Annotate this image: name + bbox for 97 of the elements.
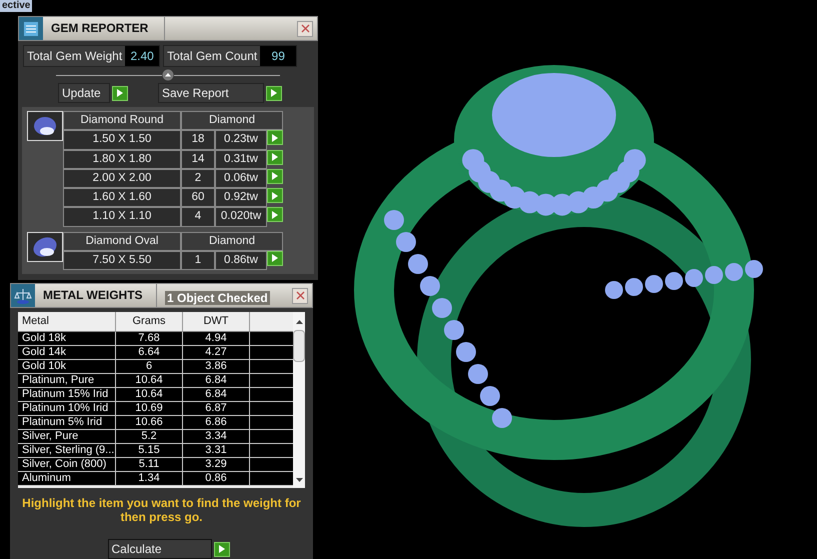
table-cell: Silver, Pure — [18, 430, 116, 442]
table-cell: 6.86 — [183, 416, 250, 428]
report-icon — [22, 20, 40, 38]
table-cell: 6.84 — [183, 374, 250, 386]
scale-icon — [14, 286, 32, 304]
weight-label: Total Gem Weight — [26, 48, 124, 65]
table-cell: Silver, Coin (800) — [18, 458, 116, 470]
table-cell: Platinum 5% Irid — [18, 416, 116, 428]
count-cell: 18 — [181, 130, 215, 150]
table-cell: 3.31 — [183, 444, 250, 456]
weight-cell: 0.86tw — [215, 250, 267, 270]
table-cell: 6.84 — [183, 388, 250, 400]
count-label: Total Gem Count — [166, 48, 258, 65]
play-icon — [272, 210, 278, 219]
count-cell: 14 — [181, 150, 215, 169]
table-cell: 6 — [116, 360, 183, 372]
size-cell: 1.10 X 1.10 — [63, 207, 181, 226]
weight-cell: 0.31tw — [215, 150, 267, 169]
go-button[interactable] — [112, 86, 128, 100]
go-button[interactable] — [267, 207, 283, 222]
close-button[interactable] — [297, 20, 313, 36]
table-cell: 10.66 — [116, 416, 183, 428]
play-icon — [272, 153, 278, 161]
table-cell: Gold 10k — [18, 360, 116, 372]
table-cell: 10.69 — [116, 402, 183, 414]
calculate-button[interactable]: Calculate — [108, 539, 212, 559]
scroll-up-icon[interactable] — [296, 318, 302, 326]
play-icon — [272, 134, 278, 142]
gem-type-cell: Diamond Oval — [63, 232, 181, 251]
table-cell: Platinum, Pure — [18, 374, 116, 386]
scrollbar[interactable] — [293, 312, 305, 488]
table-cell: Gold 14k — [18, 346, 116, 358]
weight-cell: 0.92tw — [215, 188, 267, 208]
weight-cell: 0.020tw — [215, 207, 267, 226]
table-cell: 7.68 — [116, 332, 183, 344]
table-cell: 3.34 — [183, 430, 250, 442]
panel-title: METAL WEIGHTS — [35, 284, 157, 307]
table-cell: 1.34 — [116, 472, 183, 484]
play-icon — [218, 545, 224, 553]
column-header[interactable]: DWT — [183, 312, 250, 330]
column-header[interactable]: Metal — [18, 312, 116, 330]
table-cell: Silver, Sterling (9... — [18, 444, 116, 456]
table-cell: 5.11 — [116, 458, 183, 470]
table-cell: 4.27 — [183, 346, 250, 358]
play-icon — [272, 172, 278, 180]
close-icon — [296, 291, 304, 300]
size-cell: 7.50 X 5.50 — [63, 250, 181, 270]
size-cell: 1.50 X 1.50 — [63, 130, 181, 150]
instruction-text: Highlight the item you want to find the weight for then press go. — [21, 496, 302, 524]
table-cell: Aluminum — [18, 472, 116, 484]
go-button[interactable] — [267, 150, 283, 164]
size-cell: 1.80 X 1.80 — [63, 150, 181, 169]
play-icon — [272, 192, 278, 200]
count-cell: 1 — [181, 250, 215, 270]
count-cell: 4 — [181, 207, 215, 226]
material-cell: Diamond — [181, 111, 283, 130]
size-cell: 1.60 X 1.60 — [63, 188, 181, 208]
status-text: 1 Object Checked — [165, 291, 270, 305]
go-button[interactable] — [214, 542, 230, 556]
column-header[interactable]: Grams — [116, 312, 183, 330]
table-cell: 0.86 — [183, 472, 250, 484]
table-cell: 10.64 — [116, 374, 183, 386]
count-cell: 60 — [181, 188, 215, 208]
table-cell: 5.2 — [116, 430, 183, 442]
weight-cell: 0.23tw — [215, 130, 267, 150]
table-cell: 4.94 — [183, 332, 250, 344]
close-button[interactable] — [292, 288, 308, 304]
gem-type-cell: Diamond Round — [63, 111, 181, 130]
table-cell: 6.64 — [116, 346, 183, 358]
count-value: 99 — [260, 46, 296, 66]
go-button[interactable] — [267, 130, 283, 146]
table-cell: Platinum 10% Irid — [18, 402, 116, 414]
collapse-icon[interactable] — [162, 69, 174, 81]
scroll-thumb[interactable] — [293, 330, 305, 362]
table-cell: Gold 18k — [18, 332, 116, 344]
action-button[interactable]: Save Report — [158, 83, 264, 103]
weight-cell: 0.06tw — [215, 168, 267, 188]
scroll-down-icon — [296, 476, 302, 484]
size-cell: 2.00 X 2.00 — [63, 168, 181, 188]
play-icon — [271, 89, 277, 97]
go-button[interactable] — [266, 86, 282, 100]
table-cell: 10.64 — [116, 388, 183, 400]
action-button[interactable]: Update — [58, 83, 110, 103]
panel-title: GEM REPORTER — [43, 17, 165, 40]
play-icon — [117, 89, 123, 97]
header-label: ective — [0, 0, 32, 12]
table-cell: 5.15 — [116, 444, 183, 456]
table-cell: 3.86 — [183, 360, 250, 372]
table-cell: Platinum 15% Irid — [18, 388, 116, 400]
go-button[interactable] — [267, 168, 283, 184]
table-cell: 3.29 — [183, 458, 250, 470]
count-cell: 2 — [181, 168, 215, 188]
close-icon — [300, 24, 310, 33]
material-cell: Diamond — [181, 232, 283, 251]
play-icon — [272, 254, 278, 262]
table-cell: 6.87 — [183, 402, 250, 414]
weight-value: 2.40 — [125, 46, 160, 66]
